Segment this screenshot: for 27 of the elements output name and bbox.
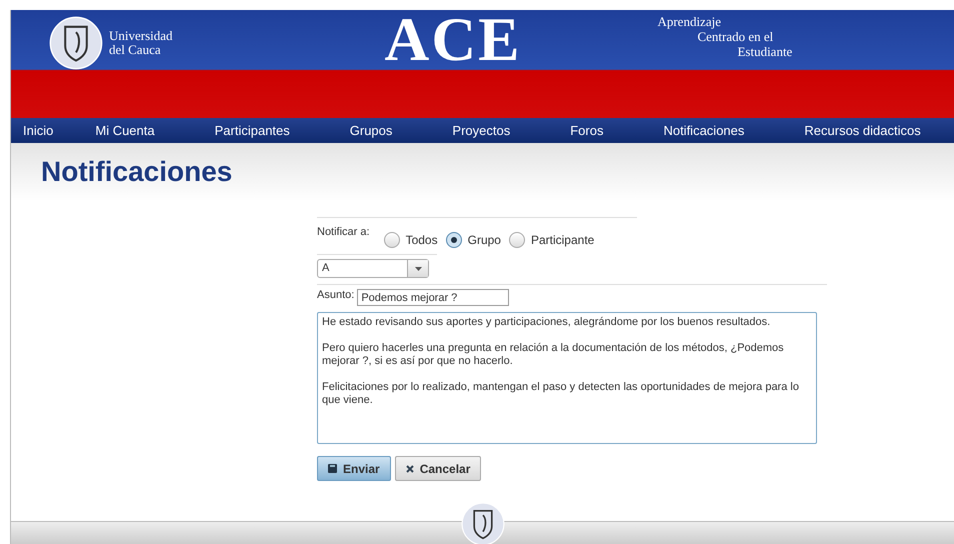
nav-item[interactable]: Proyectos — [422, 123, 540, 138]
group-select[interactable]: A — [317, 259, 429, 278]
page-title: Notificaciones — [41, 156, 232, 188]
radio-option[interactable]: Todos — [384, 232, 438, 248]
radio-option[interactable]: Participante — [508, 232, 594, 248]
app-logo: ACE — [384, 10, 522, 70]
close-icon — [406, 464, 414, 472]
nav-item[interactable]: Grupos — [320, 123, 422, 138]
send-button[interactable]: Enviar — [317, 456, 391, 481]
subject-field[interactable]: Podemos mejorar ? — [357, 289, 510, 306]
nav-item[interactable]: Inicio — [11, 123, 66, 138]
notify-label: Notificar a: — [317, 226, 370, 238]
crest-icon — [49, 16, 103, 70]
cancel-button[interactable]: Cancelar — [394, 456, 482, 481]
nav-item[interactable]: Foros — [540, 123, 634, 138]
nav-item[interactable]: Mi Cuenta — [65, 123, 185, 138]
message-field[interactable]: He estado revisando sus aportes y participaciones, alegrándome por los buenos resultados. Pero quiero hacerles una pregunta en relación a la documentación de los métodos, ¿Podemos mejorar ?, si es así por que no hacerlo. Felicitaciones por lo realizado, mantengan el paso y detecten las oportunidades de mejora para lo que viene. — [317, 312, 817, 444]
subject-label: Asunto: — [317, 289, 354, 301]
nav-item[interactable]: Participantes — [184, 123, 320, 138]
caret-icon — [414, 266, 422, 270]
nav-item[interactable]: Notificaciones — [633, 123, 774, 138]
university-name: Universidad del Cauca — [109, 29, 173, 57]
nav-item[interactable]: Recursos didacticos — [774, 123, 951, 138]
footer-crest-icon — [460, 502, 504, 544]
radio-option[interactable]: Grupo — [446, 232, 501, 248]
tagline: Aprendizaje Centrado en el Estudiante — [657, 14, 792, 59]
save-icon — [328, 464, 337, 473]
